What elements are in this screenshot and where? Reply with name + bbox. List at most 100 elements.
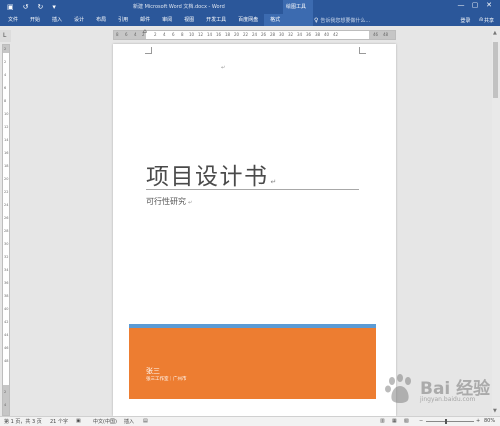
word-count[interactable]: 21 个字 xyxy=(50,418,68,425)
insert-mode[interactable]: 插入 xyxy=(124,418,134,425)
zoom-level[interactable]: 80% xyxy=(484,418,495,424)
zoom-out-icon[interactable]: − xyxy=(419,418,423,424)
ruler-tick: 32 xyxy=(4,255,9,259)
ruler-tick: 28 xyxy=(270,32,276,37)
tell-me-search[interactable]: ♀ 告诉我您想要做什么... xyxy=(314,15,370,25)
paragraph-mark-icon: ↵ xyxy=(270,178,278,186)
share-button[interactable]: 共享 xyxy=(484,17,494,24)
save-icon[interactable]: ▣ xyxy=(7,2,14,12)
tab-layout[interactable]: 布局 xyxy=(90,14,112,26)
crop-mark-top-right xyxy=(359,47,366,54)
ruler-tick: 38 xyxy=(4,294,9,298)
ruler-tick: 6 xyxy=(125,32,128,37)
document-subtitle[interactable]: 可行性研究 ↵ xyxy=(146,196,192,207)
close-icon[interactable]: ✕ xyxy=(482,1,496,9)
tab-stop-icon: L xyxy=(3,32,7,39)
ruler-tick: 24 xyxy=(252,32,258,37)
tab-view[interactable]: 视图 xyxy=(178,14,200,26)
cover-block[interactable] xyxy=(129,328,376,399)
document-title-text: 项目设计书 xyxy=(146,164,269,190)
ruler-tick: 40 xyxy=(4,307,9,311)
document-page[interactable]: ↵ 项目设计书 ↵ 可行性研究 ↵ 张三 张三工作室｜广州市 xyxy=(113,44,396,416)
tab-insert[interactable]: 插入 xyxy=(46,14,68,26)
tab-home[interactable]: 开始 xyxy=(24,14,46,26)
ruler-tick: 2 xyxy=(4,390,7,394)
read-mode-icon[interactable]: ▥ xyxy=(380,418,385,424)
author-name[interactable]: 张三 xyxy=(146,366,160,376)
zoom-in-icon[interactable]: + xyxy=(476,418,480,424)
tab-file[interactable]: 文件 xyxy=(0,14,24,26)
baidu-paw-logo xyxy=(385,374,411,403)
ruler-tick: 8 xyxy=(4,99,7,103)
status-bar: 第 1 页，共 3 页 21 个字 ▣ 中文(中国) 插入 ▤ ▥ ▦ ▧ − … xyxy=(0,416,500,426)
scrollbar-thumb[interactable] xyxy=(493,42,498,98)
lightbulb-icon: ♀ xyxy=(314,16,319,24)
title-underline xyxy=(146,189,359,190)
dropdown-icon[interactable]: ▾ xyxy=(52,2,56,12)
share-person-icon: ⍝ xyxy=(479,16,483,23)
ruler-tick: 38 xyxy=(315,32,321,37)
vertical-scrollbar[interactable]: ▲ ▼ xyxy=(492,30,500,416)
ruler-tick: 16 xyxy=(216,32,222,37)
undo-icon[interactable]: ↺ xyxy=(23,2,29,12)
horizontal-ruler[interactable]: 8 6 4 2 2 4 6 8 10 12 14 16 18 20 22 24 … xyxy=(113,30,396,40)
zoom-slider-thumb[interactable] xyxy=(445,419,447,424)
paragraph-mark-icon: ↵ xyxy=(221,65,226,71)
ruler-tick: 4 xyxy=(134,32,137,37)
ruler-tick: 22 xyxy=(4,190,9,194)
minimize-icon[interactable]: — xyxy=(454,1,468,9)
company-info[interactable]: 张三工作室｜广州市 xyxy=(146,376,187,382)
tab-selector[interactable]: L xyxy=(0,30,11,42)
tell-me-placeholder: 告诉我您想要做什么... xyxy=(320,17,371,24)
ruler-tick: 42 xyxy=(333,32,339,37)
ruler-tick: 46 xyxy=(373,32,379,37)
ruler-tick: 40 xyxy=(324,32,330,37)
ruler-tick: 4 xyxy=(4,73,7,77)
ruler-tick: 2 xyxy=(4,60,7,64)
ruler-tick: 4 xyxy=(4,403,7,407)
tab-references[interactable]: 引用 xyxy=(112,14,134,26)
proofing-icon[interactable]: ▣ xyxy=(76,418,81,424)
ruler-tick: 18 xyxy=(225,32,231,37)
ruler-tick: 26 xyxy=(261,32,267,37)
ruler-tick: 8 xyxy=(181,32,184,37)
web-layout-icon[interactable]: ▧ xyxy=(404,418,409,424)
tab-mailings[interactable]: 邮件 xyxy=(134,14,156,26)
document-subtitle-text: 可行性研究 xyxy=(146,197,186,206)
vertical-ruler[interactable]: 2 2 4 6 8 10 12 14 16 18 20 22 24 26 28 … xyxy=(2,44,10,416)
quick-access-toolbar: ▣ ↺ ↻ ▾ xyxy=(7,2,65,12)
ruler-tick: 22 xyxy=(243,32,249,37)
ruler-tick: 2 xyxy=(154,32,157,37)
ruler-tick: 30 xyxy=(279,32,285,37)
indent-marker-icon[interactable]: ⌂ xyxy=(143,28,147,35)
tab-review[interactable]: 审阅 xyxy=(156,14,178,26)
tab-format[interactable]: 格式 xyxy=(264,14,287,26)
macro-icon[interactable]: ▤ xyxy=(143,418,148,424)
maximize-icon[interactable]: ▢ xyxy=(468,1,482,9)
ruler-tick: 44 xyxy=(4,333,9,337)
tab-developer[interactable]: 开发工具 xyxy=(200,14,232,26)
ribbon-tabs: 文件 开始 插入 设计 布局 引用 邮件 审阅 视图 开发工具 百度网盘 格式 xyxy=(0,14,287,26)
ruler-tick: 10 xyxy=(189,32,195,37)
page-count[interactable]: 第 1 页，共 3 页 xyxy=(4,418,42,425)
ruler-tick: 2 xyxy=(4,47,7,51)
window-controls: — ▢ ✕ xyxy=(454,1,496,9)
ruler-tick: 18 xyxy=(4,164,9,168)
tab-design[interactable]: 设计 xyxy=(68,14,90,26)
redo-icon[interactable]: ↻ xyxy=(38,2,44,12)
language-indicator[interactable]: 中文(中国) xyxy=(93,418,117,425)
tab-baidu-netdisk[interactable]: 百度网盘 xyxy=(232,14,264,26)
print-layout-icon[interactable]: ▦ xyxy=(392,418,397,424)
baidu-watermark: Bai 经验 jingyan.baidu.com xyxy=(380,368,495,414)
scroll-up-icon[interactable]: ▲ xyxy=(493,30,497,36)
zoom-slider[interactable] xyxy=(426,421,474,422)
ruler-tick: 36 xyxy=(306,32,312,37)
ruler-tick: 8 xyxy=(116,32,119,37)
ruler-tick: 24 xyxy=(4,203,9,207)
document-title[interactable]: 项目设计书 ↵ xyxy=(146,157,278,191)
sign-in-link[interactable]: 登录 xyxy=(460,17,470,24)
ruler-tick: 14 xyxy=(4,138,9,142)
ruler-tick: 30 xyxy=(4,242,9,246)
ruler-tick: 34 xyxy=(297,32,303,37)
watermark-site: jingyan.baidu.com xyxy=(420,396,476,403)
